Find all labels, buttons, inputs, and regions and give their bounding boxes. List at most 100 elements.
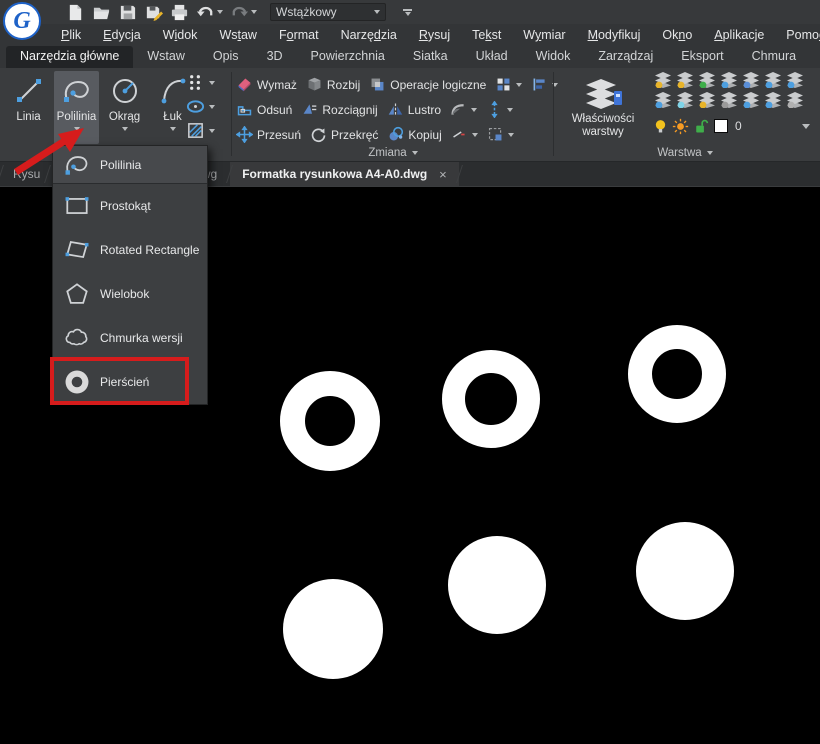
trim-button[interactable] xyxy=(451,126,478,143)
menu-item-narzędzia[interactable]: Narzędzia xyxy=(330,26,408,44)
layer-settings-button[interactable] xyxy=(784,72,806,92)
new-file-button[interactable] xyxy=(66,3,85,22)
tool-button-rozciągnij[interactable]: Rozciągnij xyxy=(301,101,377,118)
align-button[interactable] xyxy=(531,76,558,93)
close-icon[interactable]: × xyxy=(439,167,447,182)
filled-donut-entity[interactable] xyxy=(636,522,734,620)
tool-button-rozbij[interactable]: Rozbij xyxy=(306,76,360,93)
hatch-button[interactable] xyxy=(186,121,215,140)
scale-button[interactable] xyxy=(487,126,514,143)
lengthen-button[interactable] xyxy=(486,101,513,118)
tool-button-okrąg[interactable]: Okrąg xyxy=(102,71,147,144)
filled-donut-entity[interactable] xyxy=(283,579,383,679)
layer-unisolate-icon xyxy=(764,72,783,93)
layer-match-button[interactable] xyxy=(674,72,696,92)
modify-panel-row: Przesuń Przekręć Kopiuj xyxy=(236,122,550,147)
hatch-icon xyxy=(186,121,205,140)
ribbon-tab-narzędzia-główne[interactable]: Narzędzia główne xyxy=(6,46,133,68)
tool-button-label: Przesuń xyxy=(257,128,301,142)
layer-states-button[interactable] xyxy=(784,92,806,112)
ribbon-tab-układ[interactable]: Układ xyxy=(462,46,522,68)
layer-freeze-button[interactable] xyxy=(674,92,696,112)
menu-item-rysuj[interactable]: Rysuj xyxy=(408,26,461,44)
layer-lock-icon xyxy=(698,92,717,113)
qat-customize-button[interactable] xyxy=(403,9,412,16)
menu-item-wymiar[interactable]: Wymiar xyxy=(512,26,576,44)
layer-set-current-button[interactable] xyxy=(696,72,718,92)
ribbon-tab-3d[interactable]: 3D xyxy=(253,46,297,68)
menu-item-modyfikuj[interactable]: Modyfikuj xyxy=(577,26,652,44)
donut-entity[interactable] xyxy=(628,325,726,423)
tool-button-label: Rozciągnij xyxy=(322,103,377,117)
print-button[interactable] xyxy=(170,3,189,22)
tool-button-wymaż[interactable]: Wymaż xyxy=(236,76,297,93)
layer-previous-icon xyxy=(720,72,739,93)
tool-button-lustro[interactable]: Lustro xyxy=(387,101,441,118)
array-button[interactable] xyxy=(495,76,522,93)
modify-panel-label[interactable]: Zmiana xyxy=(236,147,550,159)
layer-delete-button[interactable] xyxy=(740,92,762,112)
ribbon-tab-eksport[interactable]: Eksport xyxy=(667,46,737,68)
layer-panel-label[interactable]: Warstwa xyxy=(556,147,814,159)
layer-off-icon xyxy=(654,92,673,113)
fillet-button[interactable] xyxy=(450,101,477,118)
save-as-button[interactable] xyxy=(144,3,163,22)
menu-item-tekst[interactable]: Tekst xyxy=(461,26,512,44)
layer-off-button[interactable] xyxy=(652,92,674,112)
layer-properties-button[interactable]: Właściwości warstwy xyxy=(560,72,646,144)
menu-item-wielobok[interactable]: Wielobok xyxy=(53,272,207,316)
layer-isolate-button[interactable] xyxy=(740,72,762,92)
menu-item-format[interactable]: Format xyxy=(268,26,330,44)
ribbon-tab-widok[interactable]: Widok xyxy=(522,46,585,68)
ribbon-tab-chmura[interactable]: Chmura xyxy=(738,46,810,68)
layer-walk-button[interactable] xyxy=(652,72,674,92)
undo-button[interactable] xyxy=(196,3,223,22)
ribbon-tab-zarządzaj[interactable]: Zarządzaj xyxy=(584,46,667,68)
chevron-down-icon xyxy=(508,133,514,137)
tool-button-przekręć[interactable]: Przekręć xyxy=(310,126,378,143)
menu-item-widok[interactable]: Widok xyxy=(152,26,209,44)
layer-combo[interactable]: 0 xyxy=(652,116,810,136)
open-folder-button[interactable] xyxy=(92,3,111,22)
ribbon-tab-aplikacje[interactable]: Aplikacje xyxy=(810,46,820,68)
layer-translator-button[interactable] xyxy=(762,92,784,112)
save-button[interactable] xyxy=(118,3,137,22)
layer-previous-button[interactable] xyxy=(718,72,740,92)
tool-button-operacje-logiczne[interactable]: Operacje logiczne xyxy=(369,76,486,93)
layer-merge-button[interactable] xyxy=(718,92,740,112)
ribbon-tab-siatka[interactable]: Siatka xyxy=(399,46,462,68)
layer-unisolate-button[interactable] xyxy=(762,72,784,92)
menu-bar: PlikEdycjaWidokWstawFormatNarzędziaRysuj… xyxy=(0,24,820,46)
menu-item-rotated-rectangle[interactable]: Rotated Rectangle xyxy=(53,228,207,272)
annotation-arrow xyxy=(6,122,92,180)
menu-item-prostokąt[interactable]: Prostokąt xyxy=(53,184,207,228)
menu-item-wstaw[interactable]: Wstaw xyxy=(208,26,268,44)
align-icon xyxy=(531,76,548,93)
doc-tab-3[interactable]: Formatka rysunkowa A4-A0.dwg× xyxy=(230,162,459,186)
layer-lock-button[interactable] xyxy=(696,92,718,112)
menu-item-aplikacje[interactable]: Aplikacje xyxy=(703,26,775,44)
menu-item-plik[interactable]: Plik xyxy=(50,26,92,44)
app-logo-icon[interactable]: G xyxy=(3,2,41,40)
tool-button-odsuń[interactable]: Odsuń xyxy=(236,101,292,118)
ribbon-tab-opis[interactable]: Opis xyxy=(199,46,253,68)
tool-button-przesuń[interactable]: Przesuń xyxy=(236,126,301,143)
menu-item-edycja[interactable]: Edycja xyxy=(92,26,152,44)
workspace-combo[interactable]: Wstążkowy xyxy=(270,3,386,21)
workspace-combo-value: Wstążkowy xyxy=(276,5,374,19)
layer-color-swatch[interactable] xyxy=(714,119,728,133)
filled-donut-entity[interactable] xyxy=(448,536,546,634)
points-grid-button[interactable] xyxy=(186,73,215,92)
tool-button-kopiuj[interactable]: Kopiuj xyxy=(387,126,441,143)
donut-entity[interactable] xyxy=(442,350,540,448)
donut-entity[interactable] xyxy=(280,371,380,471)
chevron-down-icon xyxy=(412,151,418,155)
menu-item-chmurka-wersji[interactable]: Chmurka wersji xyxy=(53,316,207,360)
menu-item-okno[interactable]: Okno xyxy=(651,26,703,44)
ribbon-tab-powierzchnia[interactable]: Powierzchnia xyxy=(297,46,399,68)
ribbon-tab-wstaw[interactable]: Wstaw xyxy=(133,46,199,68)
redo-button[interactable] xyxy=(230,3,257,22)
ellipse-button[interactable] xyxy=(186,97,215,116)
sun-icon xyxy=(672,118,689,135)
menu-item-pomoc[interactable]: Pomoc xyxy=(775,26,820,44)
